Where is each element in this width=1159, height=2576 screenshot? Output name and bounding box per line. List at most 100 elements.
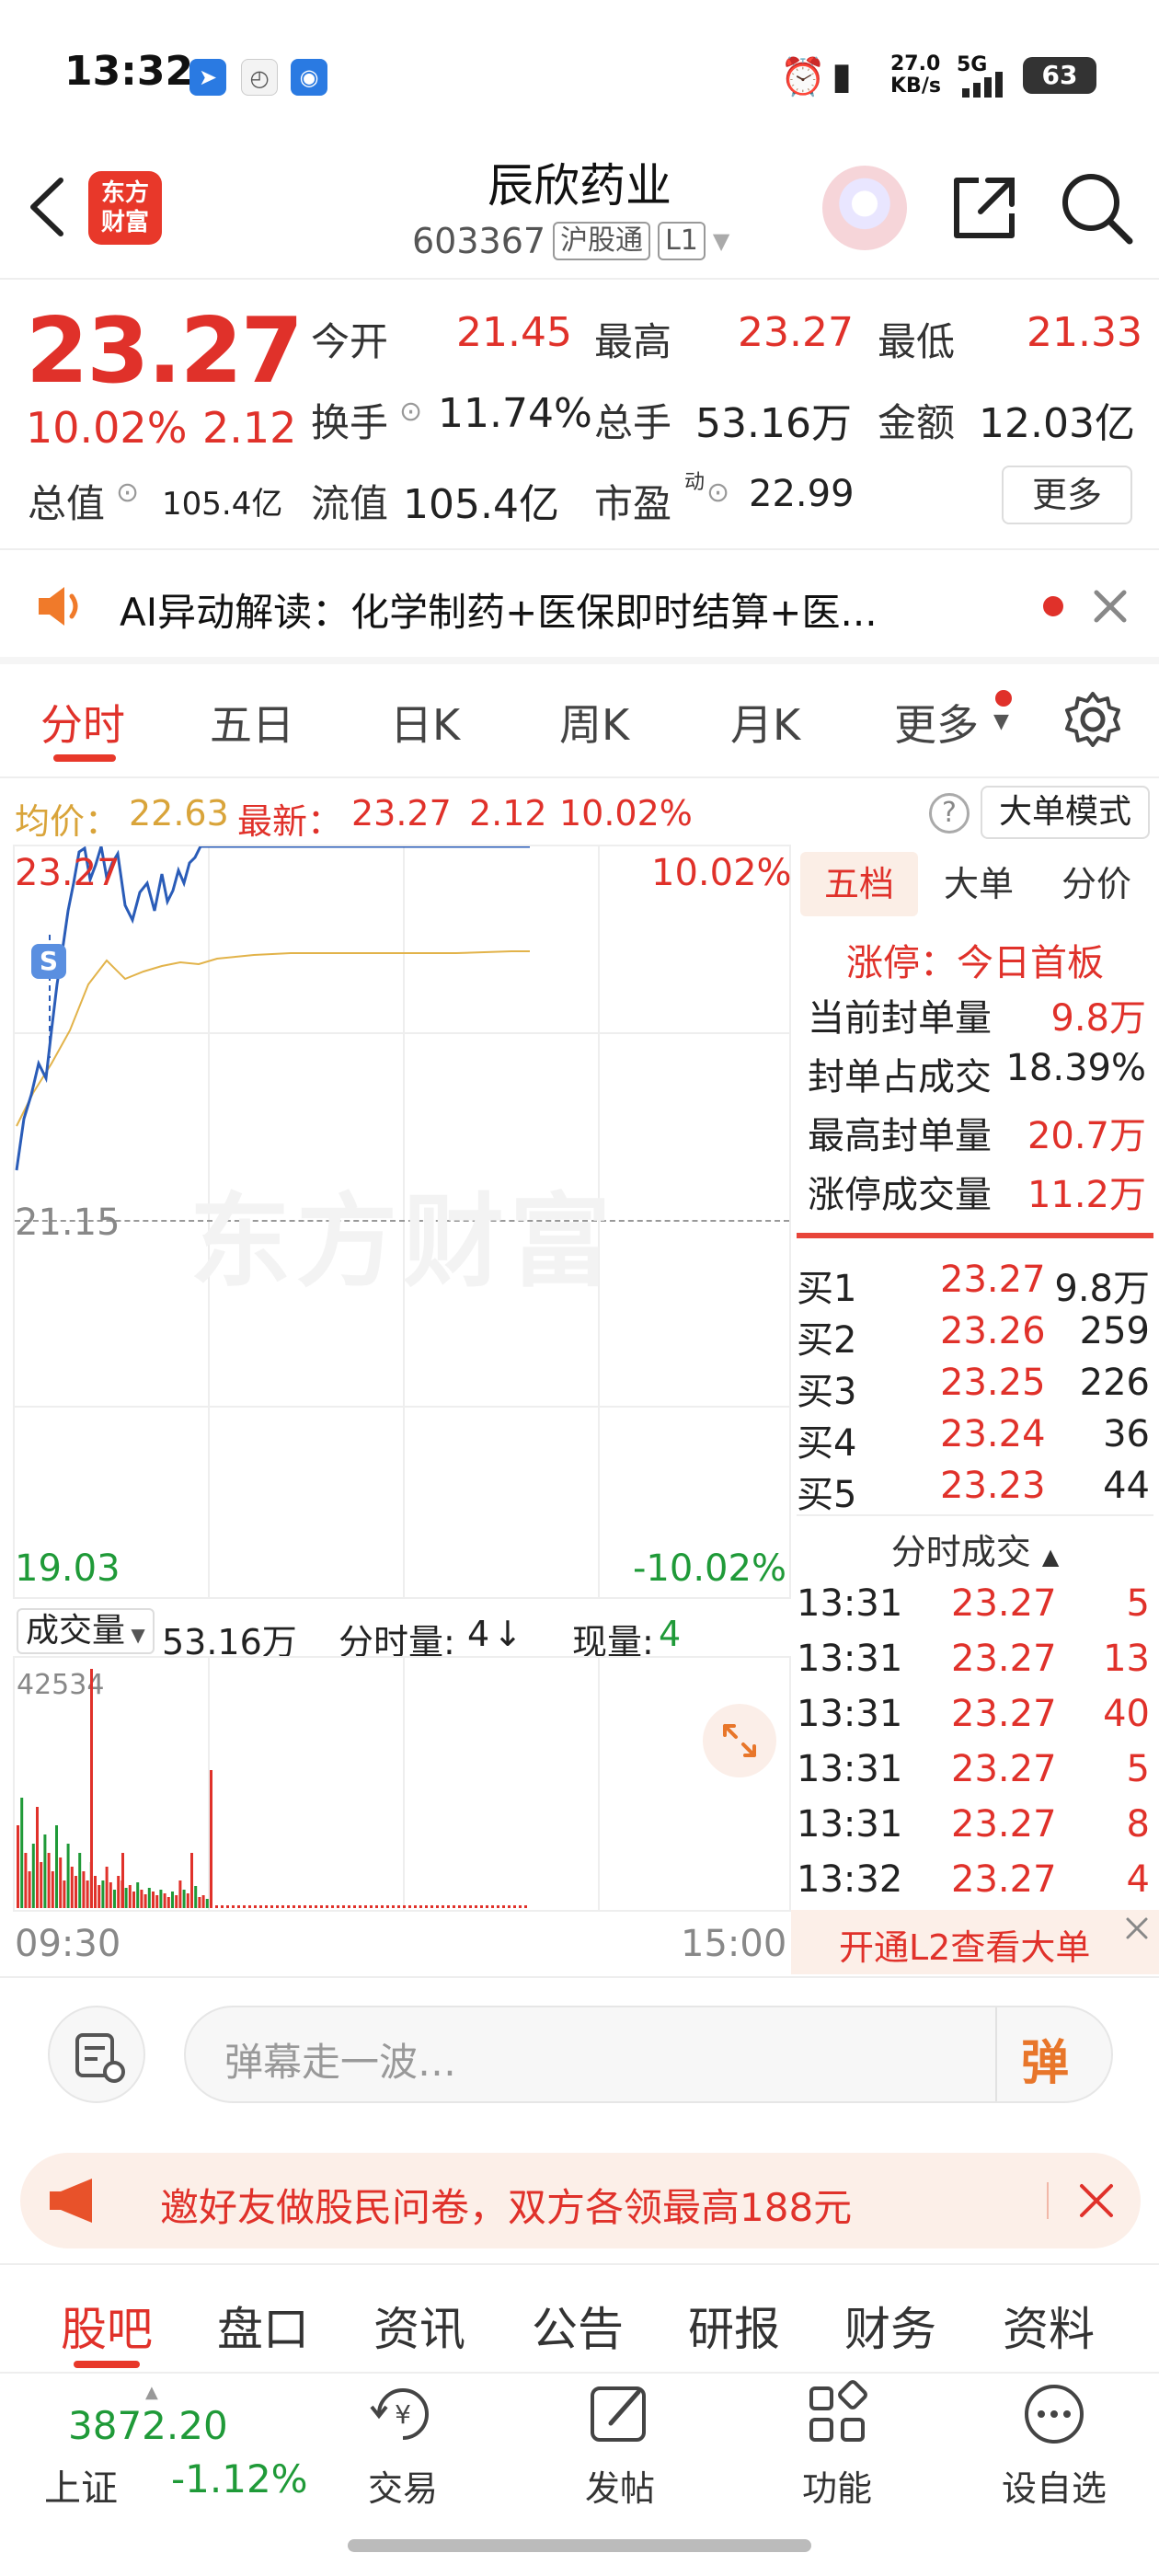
danmu-input[interactable]: 弹幕走一波… 弹 [184,2006,1113,2103]
danmu-send-button[interactable]: 弹 [1021,2024,1069,2093]
low-label: 最低 [878,319,956,364]
bid-row[interactable]: 买5 23.23 44 [797,1465,1153,1516]
tab-orderbook[interactable]: 盘口 [217,2293,309,2359]
bid-label: 买5 [797,1474,857,1516]
stat-value: 11.2万 [1027,1174,1146,1216]
tab-intraday[interactable]: 分时 [40,692,125,753]
settings-gear-icon[interactable] [1063,690,1122,749]
danmu-settings-button[interactable] [48,2006,145,2103]
float-label: 流值 [311,481,389,526]
invite-banner[interactable]: 邀好友做股民问卷，双方各领最高188元 [20,2153,1141,2248]
volume-bar [66,1844,70,1908]
tick-volume: 5 [1126,1748,1150,1790]
volume-bar [215,1905,218,1908]
tick-row: 13:31 23.27 13 [797,1638,1153,1689]
volume-bar [475,1905,477,1908]
sell-marker-icon[interactable]: S [31,944,66,979]
volume-bar [259,1905,262,1908]
volume-bar [248,1905,251,1908]
tab-five-day[interactable]: 五日 [210,692,294,753]
tab-news[interactable]: 资讯 [373,2293,465,2359]
stat-label: 最高封单量 [808,1115,992,1157]
stock-code-row[interactable]: 603367 沪股通 L1 ▼ [412,221,729,261]
tab-finance[interactable]: 财务 [844,2293,936,2359]
search-icon[interactable] [1058,169,1135,247]
index-ticker[interactable]: ▲ 3872.20 上证 -1.12% [28,2383,308,2521]
stat-value: 20.7万 [1027,1115,1146,1157]
info-dot-icon[interactable]: ⊙ [116,477,139,509]
close-icon[interactable] [1120,1912,1153,1945]
tab-big-orders[interactable]: 大单 [920,852,1038,916]
tab-five-levels[interactable]: 五档 [800,852,918,916]
limit-stat-row: 涨停成交量 11.2万 [797,1165,1153,1216]
info-dot-icon[interactable]: ⊙ [399,396,422,428]
tab-forum[interactable]: 股吧 [61,2293,153,2359]
nav-trade[interactable]: ¥ 交易 [339,2379,467,2511]
l2-upgrade-banner[interactable]: 开通L2查看大单 [791,1910,1159,1974]
volume-bar [524,1905,527,1908]
volume-bar [436,1905,439,1908]
ticks-header[interactable]: 分时成交 ▲ [797,1524,1153,1574]
volume-bar [101,1880,105,1908]
chevron-down-icon: ▼ [125,1624,145,1646]
unread-dot [1043,596,1063,616]
tab-announcements[interactable]: 公告 [532,2293,624,2359]
section-gap [0,657,1159,664]
nav-functions[interactable]: 功能 [773,2379,901,2511]
tick-row: 13:31 23.27 40 [797,1693,1153,1744]
more-button[interactable]: 更多 [1002,466,1132,524]
expand-button[interactable] [703,1704,776,1777]
volume-bar [124,1888,128,1908]
tab-daily-k[interactable]: 日K [390,692,460,753]
volume-bar [442,1905,444,1908]
open-value: 21.45 [456,309,572,356]
volume-bar [90,1669,93,1908]
nav-post[interactable]: 发帖 [556,2379,684,2511]
tick-time: 13:31 [797,1582,903,1625]
volume-bar [128,1885,132,1908]
volume-chart[interactable]: 42534 [13,1656,791,1912]
volume-bar [408,1905,411,1908]
grid-apps-icon [809,2380,867,2442]
tick-time: 13:31 [797,1748,903,1790]
app-notification-icon: ➤ [189,59,226,96]
volume-bar [143,1894,147,1908]
tab-more[interactable]: 更多 [894,692,979,753]
divider [0,278,1159,280]
intraday-chart[interactable]: 东方财富 S 23.27 10.02% 21.15 19.03 -10.02% [13,845,792,1599]
limit-stat-row: 最高封单量 20.7万 [797,1106,1153,1157]
ai-assistant-avatar[interactable] [822,166,907,250]
bid-price: 23.23 [940,1465,1046,1507]
volume-bar [70,1867,74,1908]
bid-price: 23.24 [940,1413,1046,1455]
info-dot-icon[interactable]: ⊙ [706,477,729,509]
volume-bar [17,1825,19,1908]
help-icon[interactable]: ? [929,793,970,834]
high-label: 最高 [594,319,672,364]
tab-price-split[interactable]: 分价 [1038,852,1155,916]
tab-research[interactable]: 研报 [688,2293,780,2359]
bid-row[interactable]: 买2 23.26 259 [797,1310,1153,1362]
bid-row[interactable]: 买1 23.27 9.8万 [797,1259,1153,1310]
nav-add-watchlist[interactable]: 设自选 [990,2379,1119,2511]
volume-bar [304,1905,306,1908]
volume-bar [458,1905,461,1908]
tab-weekly-k[interactable]: 周K [559,692,629,753]
pe-label: 市盈 [594,481,672,526]
volume-bar [315,1905,317,1908]
gesture-bar[interactable] [348,2539,811,2552]
close-icon[interactable] [1093,589,1128,624]
volume-bar [178,1880,182,1908]
bid-row[interactable]: 买3 23.25 226 [797,1362,1153,1413]
close-icon[interactable] [1078,2182,1115,2219]
volume-bar [147,1888,151,1908]
bid-row[interactable]: 买4 23.24 36 [797,1413,1153,1465]
tab-profile[interactable]: 资料 [1003,2293,1095,2359]
volume-indicator-select[interactable]: 成交量 ▼ [17,1608,155,1654]
volume-bar [40,1862,43,1908]
index-name: 上证 [44,2467,118,2510]
tab-monthly-k[interactable]: 月K [730,692,800,753]
big-order-mode-button[interactable]: 大单模式 [981,786,1150,839]
hk-connect-tag: 沪股通 [553,222,651,260]
share-icon[interactable] [947,171,1021,245]
